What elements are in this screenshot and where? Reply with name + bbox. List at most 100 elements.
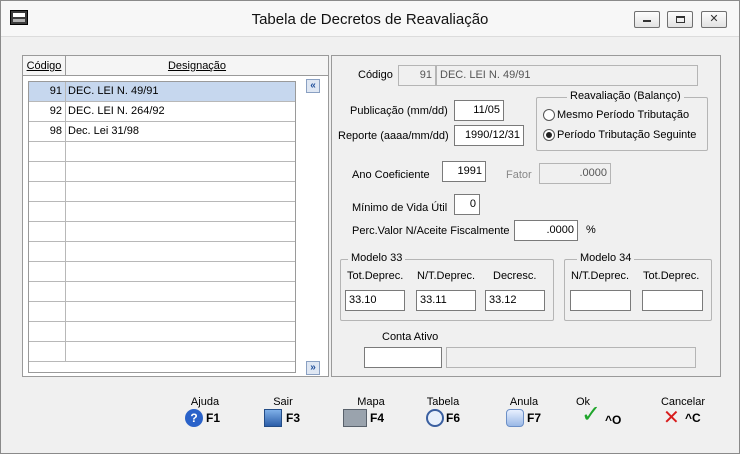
m33-decresc-field[interactable]: 33.12 <box>485 290 545 311</box>
table-row[interactable] <box>29 342 295 362</box>
ano-coeficiente-label: Ano Coeficiente <box>352 169 430 181</box>
table-row[interactable] <box>29 182 295 202</box>
column-header-codigo[interactable]: Código <box>23 56 66 76</box>
conta-ativo-field[interactable] <box>364 347 442 368</box>
table-row[interactable] <box>29 262 295 282</box>
maximize-button[interactable] <box>667 11 693 28</box>
table-row[interactable] <box>29 202 295 222</box>
row-codigo <box>29 142 66 161</box>
codigo-description-field[interactable]: DEC. LEI N. 49/91 <box>436 65 698 86</box>
publicacao-field[interactable]: 11/05 <box>454 100 504 121</box>
table-row[interactable] <box>29 142 295 162</box>
row-designacao <box>66 342 295 361</box>
maximize-icon <box>675 16 685 23</box>
table-row[interactable] <box>29 162 295 182</box>
column-header-designacao[interactable]: Designação <box>66 56 328 76</box>
reporte-label: Reporte (aaaa/mm/dd) <box>338 130 449 142</box>
m33-tot-deprec-label: Tot.Deprec. <box>347 270 404 282</box>
mapa-label: Mapa <box>357 396 385 408</box>
m34-nt-deprec-field[interactable] <box>570 290 631 311</box>
table-row[interactable]: 98 Dec. Lei 31/98 <box>29 122 295 142</box>
conta-ativo-label: Conta Ativo <box>382 331 439 343</box>
minimize-button[interactable] <box>634 11 660 28</box>
row-codigo <box>29 202 66 221</box>
tabela-key: F6 <box>446 411 461 425</box>
radio-mesmo-periodo-label: Mesmo Período Tributação <box>557 109 690 121</box>
row-designacao <box>66 282 295 301</box>
row-designacao <box>66 242 295 261</box>
modelo33-title: Modelo 33 <box>348 252 406 264</box>
cancelar-label: Cancelar <box>660 396 706 408</box>
codigo-label: Código <box>358 69 393 81</box>
cancelar-button[interactable]: Cancelar ✕ ^C <box>653 396 713 436</box>
minimo-vida-util-field[interactable]: 0 <box>454 194 480 215</box>
fator-field[interactable]: .0000 <box>539 163 611 184</box>
table-row[interactable]: 91 DEC. LEI N. 49/91 <box>29 82 295 102</box>
row-designacao <box>66 322 295 341</box>
row-codigo: 91 <box>29 82 66 101</box>
row-codigo <box>29 302 66 321</box>
anula-button[interactable]: Anula F7 <box>494 396 554 436</box>
m34-tot-deprec-field[interactable] <box>642 290 703 311</box>
table-row[interactable]: 92 DEC. LEI N. 264/92 <box>29 102 295 122</box>
table-search-icon <box>426 409 444 427</box>
ajuda-button[interactable]: Ajuda ? F1 <box>175 396 235 436</box>
modelo34-group: Modelo 34 N/T.Deprec. Tot.Deprec. <box>564 252 712 321</box>
conta-ativo-description-field[interactable] <box>446 347 696 368</box>
table-row[interactable] <box>29 222 295 242</box>
codigo-field[interactable]: 91 <box>398 65 436 86</box>
cancelar-key: ^C <box>685 411 701 425</box>
row-designacao <box>66 222 295 241</box>
ok-button[interactable]: Ok ✓ ^O <box>561 396 621 436</box>
decree-list: Código Designação 91 DEC. LEI N. 49/91 92 D… <box>22 55 329 377</box>
detail-panel: Código 91 DEC. LEI N. 49/91 Publicação (… <box>331 55 721 377</box>
table-row[interactable] <box>29 242 295 262</box>
modelo34-title: Modelo 34 <box>577 252 635 264</box>
scroll-down-button[interactable]: » <box>306 361 320 375</box>
minimo-vida-util-label: Mínimo de Vida Útil <box>352 202 448 214</box>
tabela-button[interactable]: Tabela F6 <box>413 396 473 436</box>
radio-periodo-seguinte[interactable]: Período Tributação Seguinte <box>543 129 696 142</box>
modelo33-group: Modelo 33 Tot.Deprec. 33.10 N/T.Deprec. … <box>340 252 554 321</box>
ajuda-label: Ajuda <box>190 396 220 408</box>
close-button[interactable]: ✕ <box>701 11 727 28</box>
table-row[interactable] <box>29 322 295 342</box>
m33-nt-deprec-field[interactable]: 33.11 <box>416 290 476 311</box>
sair-button[interactable]: Sair F3 <box>253 396 313 436</box>
row-codigo <box>29 322 66 341</box>
anula-label: Anula <box>509 396 539 408</box>
row-codigo <box>29 342 66 361</box>
ano-coeficiente-field[interactable]: 1991 <box>442 161 486 182</box>
exit-icon <box>264 409 282 427</box>
publicacao-label: Publicação (mm/dd) <box>350 105 448 117</box>
row-codigo <box>29 242 66 261</box>
row-designacao <box>66 262 295 281</box>
m33-tot-deprec-field[interactable]: 33.10 <box>345 290 405 311</box>
double-chevron-right-icon: » <box>310 362 316 373</box>
table-row[interactable] <box>29 302 295 322</box>
reporte-field[interactable]: 1990/12/31 <box>454 125 524 146</box>
anula-icon <box>506 409 524 427</box>
double-chevron-left-icon: « <box>310 80 316 91</box>
close-icon: ✕ <box>709 13 719 25</box>
m34-nt-deprec-label: N/T.Deprec. <box>571 270 630 282</box>
title-bar: Tabela de Decretos de Reavaliação ✕ <box>1 1 739 37</box>
radio-mesmo-periodo[interactable]: Mesmo Período Tributação <box>543 109 690 122</box>
row-designacao: DEC. LEI N. 49/91 <box>68 85 159 97</box>
perc-valor-field[interactable]: .0000 <box>514 220 578 241</box>
reavaliacao-group: Reavaliação (Balanço) Mesmo Período Trib… <box>536 90 708 151</box>
mapa-button[interactable]: Mapa F4 <box>341 396 401 436</box>
table-row[interactable] <box>29 282 295 302</box>
row-codigo <box>29 222 66 241</box>
list-header: Código Designação <box>23 56 328 76</box>
reavaliacao-title: Reavaliação (Balanço) <box>567 90 684 102</box>
radio-checked-icon <box>543 129 555 142</box>
scroll-up-button[interactable]: « <box>306 79 320 93</box>
row-codigo: 92 <box>29 102 66 121</box>
main-window: Tabela de Decretos de Reavaliação ✕ Códi… <box>0 0 740 454</box>
row-codigo <box>29 282 66 301</box>
content-area: Código Designação 91 DEC. LEI N. 49/91 92 D… <box>6 41 734 389</box>
ajuda-key: F1 <box>206 411 221 425</box>
minimize-icon <box>643 20 651 22</box>
row-designacao <box>66 202 295 221</box>
